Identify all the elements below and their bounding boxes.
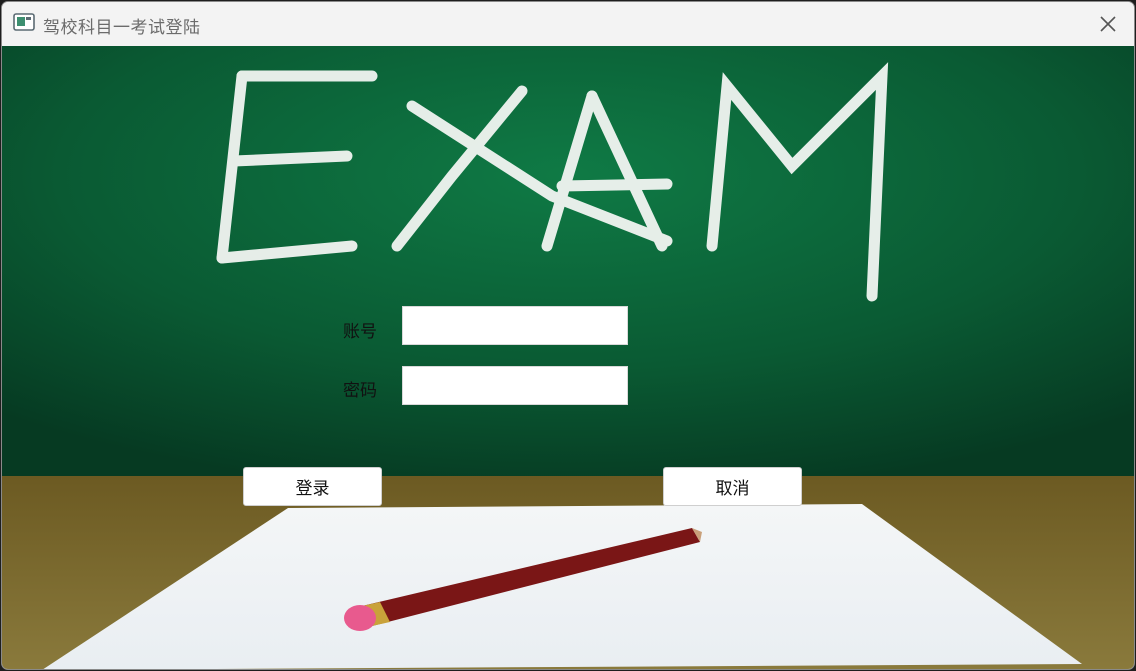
title-bar[interactable]: 驾校科目一考试登陆 bbox=[2, 2, 1134, 46]
account-input[interactable] bbox=[402, 306, 628, 345]
login-window: 驾校科目一考试登陆 账号 密码 登录 取消 bbox=[1, 1, 1135, 670]
client-area: 账号 密码 登录 取消 bbox=[2, 46, 1134, 669]
window-title: 驾校科目一考试登陆 bbox=[43, 18, 201, 38]
password-input[interactable] bbox=[402, 366, 628, 405]
close-icon[interactable] bbox=[1096, 12, 1120, 36]
cancel-button[interactable]: 取消 bbox=[663, 467, 802, 506]
password-label: 密码 bbox=[343, 381, 377, 401]
login-button[interactable]: 登录 bbox=[243, 467, 382, 506]
account-label: 账号 bbox=[343, 322, 377, 342]
window-icon bbox=[13, 13, 35, 31]
exam-background-image bbox=[2, 46, 1134, 669]
